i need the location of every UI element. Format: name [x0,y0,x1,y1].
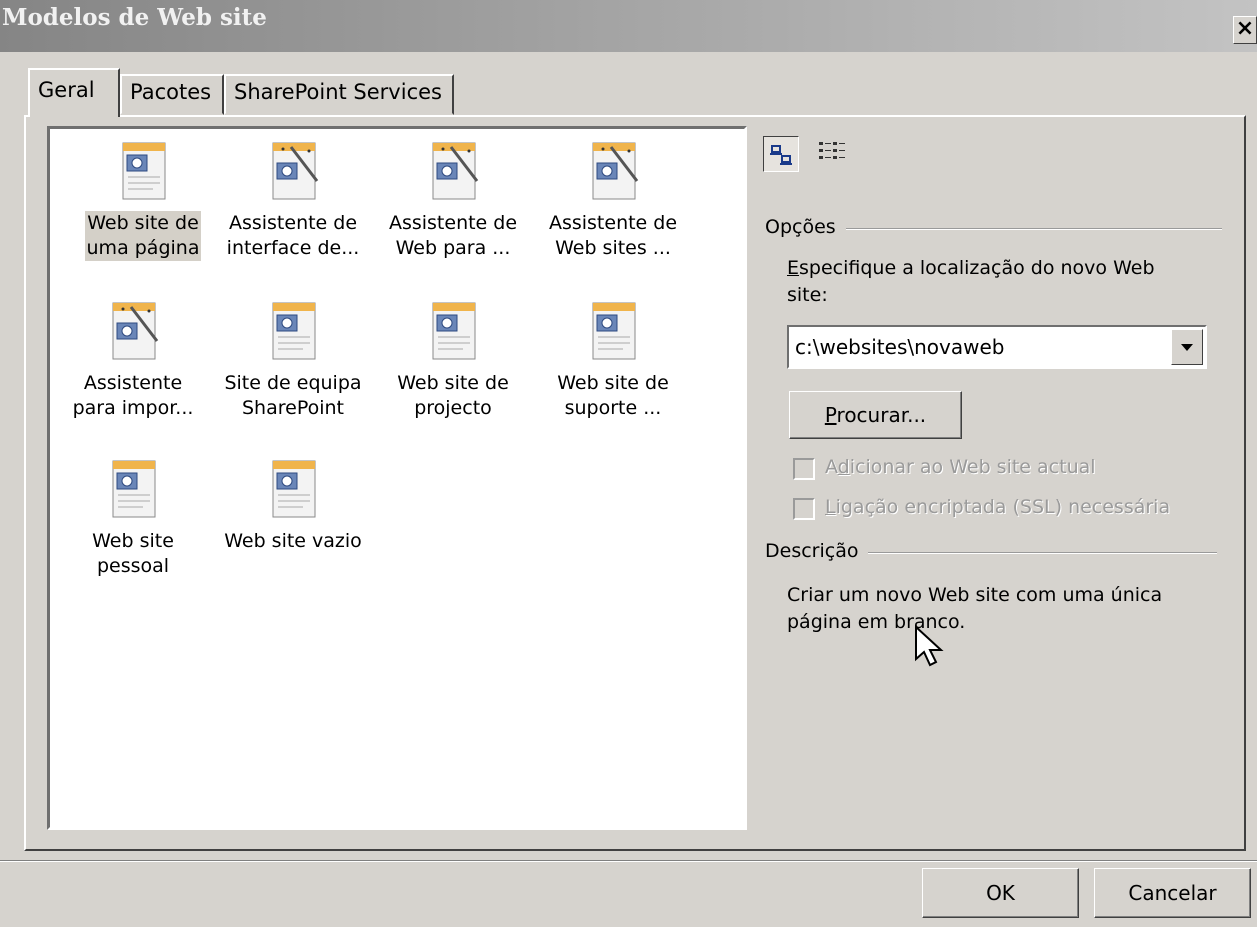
template-label: Site de equipa SharePoint [224,372,362,419]
ssl-required-label: Ligação encriptada (SSL) necessária [825,496,1171,518]
tab-pacotes-label: Pacotes [130,80,212,104]
dialog-window: Modelos de Web site × Geral Pacotes Shar… [0,0,1257,927]
browse-accesskey: P [824,403,837,427]
cancel-button[interactable]: Cancelar [1094,868,1251,918]
template-item[interactable]: Web site pessoal [53,455,213,579]
page-icon [263,297,323,367]
tab-pacotes[interactable]: Pacotes [120,74,224,115]
page-icon [423,297,483,367]
ok-button[interactable]: OK [922,868,1079,918]
template-label: Assistente de Web para ... [388,212,518,259]
location-combo[interactable]: c:\websites\novaweb [787,325,1207,369]
page-icon [263,455,323,525]
template-item[interactable]: Assistente de Web sites ... [533,137,693,261]
browse-label: rocurar... [836,403,927,427]
location-label: Especifique a localização do novo Web si… [787,255,1207,309]
title-bar[interactable]: Modelos de Web site × [0,0,1257,52]
page-icon [113,137,173,207]
template-item[interactable]: Web site de uma página [63,137,223,261]
template-label: Web site de uma página [84,211,202,261]
page-icon [103,455,163,525]
page-icon [583,297,643,367]
template-item[interactable]: Assistente de interface de... [213,137,373,261]
wizard-icon [103,297,163,367]
window-title: Modelos de Web site [2,4,267,31]
location-label-accesskey: E [787,257,800,279]
list-view-button[interactable] [815,136,851,172]
chevron-down-icon [1181,344,1193,351]
template-label: Web site de projecto [397,372,509,419]
template-label: Assistente para impor... [72,372,194,419]
ssl-required-box[interactable] [793,498,815,520]
tab-sharepoint-services[interactable]: SharePoint Services [224,74,454,115]
list-view-icon [819,142,845,159]
template-item[interactable]: Assistente para impor... [53,297,213,421]
close-button[interactable]: × [1233,16,1257,44]
description-line1: Criar um novo Web site com uma única [787,584,1163,606]
template-label: Assistente de Web sites ... [548,212,678,259]
template-label: Web site pessoal [92,530,174,577]
template-item[interactable]: Web site vazio [213,455,373,554]
add-to-current-site-box[interactable] [793,458,815,480]
location-label-line2: site: [787,284,828,306]
wizard-icon [583,137,643,207]
mouse-pointer-icon [915,625,944,667]
template-item[interactable]: Site de equipa SharePoint [213,297,373,421]
template-item[interactable]: Web site de projecto [373,297,533,421]
wizard-icon [423,137,483,207]
footer-divider [0,860,1257,862]
description-group-label: Descrição [765,540,869,562]
template-item[interactable]: Assistente de Web para ... [373,137,533,261]
large-icons-icon [770,145,792,165]
template-label: Web site de suporte ... [557,372,669,419]
wizard-icon [263,137,323,207]
template-list[interactable]: Web site de uma página Assistente de int… [47,126,747,830]
add-to-current-site-label: Adicionar ao Web site actual [825,456,1096,478]
browse-button[interactable]: Procurar... [789,391,962,439]
template-label: Assistente de interface de... [226,212,360,259]
location-dropdown-button[interactable] [1171,329,1203,365]
location-label-text: specifique a localização do novo Web [799,257,1155,279]
tab-geral[interactable]: Geral [28,68,120,117]
template-label: Web site vazio [224,530,362,552]
location-value: c:\websites\novaweb [795,335,1005,359]
tab-sharepoint-services-label: SharePoint Services [234,80,442,104]
tab-geral-label: Geral [38,78,95,102]
large-icons-view-button[interactable] [763,136,799,172]
template-item[interactable]: Web site de suporte ... [533,297,693,421]
description-text: Criar um novo Web site com uma única pág… [787,582,1207,636]
options-group-label: Opções [765,216,846,238]
